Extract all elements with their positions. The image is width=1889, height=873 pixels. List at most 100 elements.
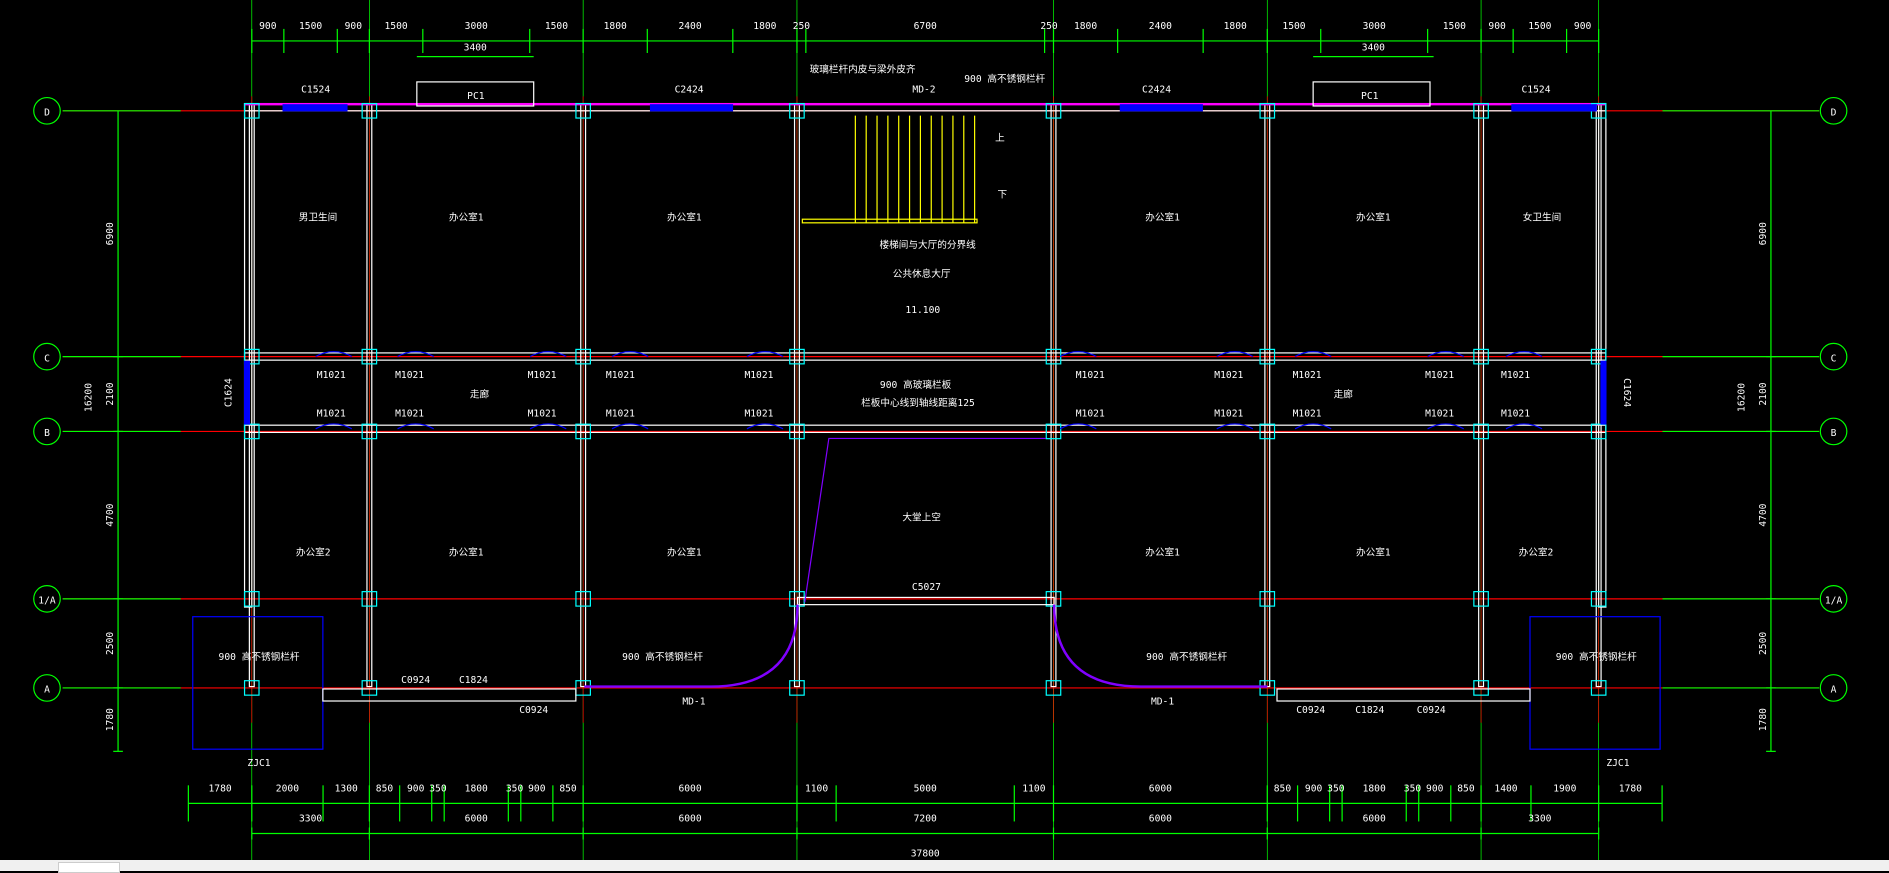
room-label-lobby: 公共休息大厅 (893, 268, 951, 280)
dimension-text: 1100 (1022, 783, 1045, 794)
room-label-office: 办公室1 (667, 211, 702, 223)
dimension-text: 900 (345, 21, 363, 32)
dimension-text: 1500 (545, 21, 568, 32)
dimension-text: 1100 (805, 783, 828, 794)
room-label-office: 办公室1 (1356, 546, 1391, 558)
opening-label-pc1: PC1 (467, 91, 485, 102)
opening-label-m1021: M1021 (1501, 370, 1530, 381)
dimension-text: 1900 (1553, 783, 1576, 794)
room-label-corridor: 走廊 (470, 388, 490, 400)
total-dimension: 16200 (84, 383, 95, 412)
room-label-mens-wc: 男卫生间 (299, 211, 338, 223)
balcony-left (192, 616, 324, 750)
dimension-text: 6000 (678, 813, 701, 824)
floor-plan-drawing: D D C C B B 1/A 1/A A A 900 1500 900 1500 3000 1500 1800… (33, 0, 1848, 860)
dimension-text: 900 (407, 783, 425, 794)
dimension-text: 2000 (276, 783, 299, 794)
opening-label-m1021: M1021 (317, 409, 346, 420)
window-c1624-left (243, 360, 250, 425)
dimension-text: 6700 (914, 21, 937, 32)
dimension-text: 1800 (1224, 21, 1247, 32)
curved-railing-left (584, 604, 799, 688)
dimension-text: 1500 (1443, 21, 1466, 32)
opening-label-c0924: C0924 (1296, 705, 1325, 716)
dimension-text: 2400 (1149, 21, 1172, 32)
axis-label: B (44, 428, 50, 439)
opening-label-m1021: M1021 (606, 409, 635, 420)
dimension-text: 6000 (1149, 813, 1172, 824)
opening-label-m1021: M1021 (395, 370, 424, 381)
dimension-text: 2500 (1758, 632, 1769, 655)
dimension-text: 3300 (299, 813, 322, 824)
stair-landing (801, 218, 978, 224)
annotation-railing-offset: 栏板中心线到轴线距离125 (861, 397, 975, 409)
opening-label-m1021: M1021 (1076, 370, 1105, 381)
dimension-text: 1500 (1282, 21, 1305, 32)
axis-label: D (1831, 108, 1837, 119)
labels: D D C C B B 1/A 1/A A A 900 1500 900 1500 3000 1500 1800… (38, 21, 1842, 859)
room-label-atrium: 大堂上空 (902, 511, 941, 523)
axis-grid (33, 0, 1848, 860)
curved-railing-right (1052, 604, 1268, 688)
opening-label-c1524: C1524 (301, 85, 330, 96)
exterior-wall-right (1598, 102, 1607, 608)
dimension-text: 1800 (1363, 783, 1386, 794)
opening-label-c1624: C1624 (1621, 378, 1632, 407)
layout-tab[interactable] (58, 862, 120, 873)
room-label-corridor: 走廊 (1334, 388, 1354, 400)
dimension-text: 350 (1327, 783, 1345, 794)
opening-label-md1: MD-1 (1151, 697, 1174, 708)
opening-label-m1021: M1021 (317, 370, 346, 381)
room-label-office: 办公室1 (667, 546, 702, 558)
dimension-text: 850 (376, 783, 394, 794)
room-label-office: 办公室2 (1519, 546, 1554, 558)
dimension-text: 350 (429, 783, 447, 794)
dimension-text: 7200 (914, 813, 937, 824)
opening-label-m1021: M1021 (395, 409, 424, 420)
dimension-text: 900 (1305, 783, 1323, 794)
dimension-text: 2100 (1758, 382, 1769, 405)
axis-label: C (44, 353, 50, 364)
dimension-text: 250 (1040, 21, 1058, 32)
opening-label-m1021: M1021 (1293, 409, 1322, 420)
dimension-text: 3000 (1363, 21, 1386, 32)
opening-label-c1524: C1524 (1522, 85, 1551, 96)
annotation-railing-900: 900 高不锈钢栏杆 (1146, 651, 1227, 663)
dimension-text: 6900 (105, 222, 116, 245)
annotation-stair-up: 上 (995, 133, 1005, 144)
dimension-text: 3400 (464, 43, 487, 54)
opening-label-c2424: C2424 (675, 85, 704, 96)
dimension-text: 900 (1426, 783, 1444, 794)
opening-label-c2424: C2424 (1142, 85, 1171, 96)
exterior-wall-left (243, 102, 253, 608)
dimension-text: 1800 (465, 783, 488, 794)
annotation-railing-900: 900 高不锈钢栏杆 (622, 651, 703, 663)
annotation-elevation: 11.100 (905, 305, 940, 316)
room-label-office: 办公室1 (1145, 211, 1180, 223)
opening-label-c0924: C0924 (1417, 705, 1446, 716)
room-label-office: 办公室1 (1356, 211, 1391, 223)
dimension-text: 1500 (384, 21, 407, 32)
dimension-text: 350 (506, 783, 524, 794)
balcony-right (1529, 616, 1661, 750)
axis-label: 1/A (1825, 596, 1843, 607)
dimension-text: 5000 (914, 783, 937, 794)
opening-label-m1021: M1021 (1425, 370, 1454, 381)
dimension-text: 1780 (1758, 708, 1769, 731)
dimension-text: 1800 (1074, 21, 1097, 32)
dimension-text: 4700 (1758, 503, 1769, 526)
axis-label: C (1831, 353, 1837, 364)
axis-label: B (1831, 428, 1837, 439)
dimension-text: 1800 (604, 21, 627, 32)
opening-label-m1021: M1021 (1076, 409, 1105, 420)
opening-label-m1021: M1021 (606, 370, 635, 381)
opening-label-c0924: C0924 (401, 675, 430, 686)
opening-label-zjc1: ZJC1 (247, 758, 270, 769)
status-bar (0, 860, 1889, 871)
dimension-text: 1500 (299, 21, 322, 32)
room-label-office: 办公室2 (296, 546, 331, 558)
dimension-text: 900 (1488, 21, 1506, 32)
dimension-text: 6900 (1758, 222, 1769, 245)
dimension-text: 900 (528, 783, 546, 794)
dimension-text: 2500 (105, 632, 116, 655)
